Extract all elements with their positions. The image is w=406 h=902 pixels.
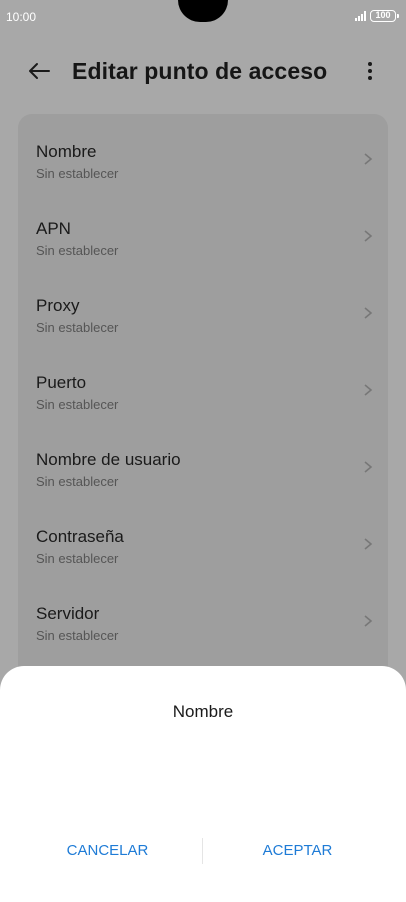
status-icons: 100 xyxy=(355,9,399,23)
dialog-title: Nombre xyxy=(172,702,234,721)
list-item-apn[interactable]: APN Sin establecer xyxy=(18,191,388,258)
chevron-right-icon xyxy=(364,307,373,319)
item-subtitle: Sin establecer xyxy=(36,474,119,489)
back-button[interactable] xyxy=(22,56,56,86)
item-subtitle: Sin establecer xyxy=(36,397,119,412)
item-title: Puerto xyxy=(36,373,87,392)
more-vertical-icon xyxy=(368,62,372,80)
battery-icon: 100 xyxy=(370,10,399,22)
item-title: Servidor xyxy=(36,604,100,623)
item-title: APN xyxy=(36,219,71,238)
screen: 10:00 100 Editar punto de acceso Nombre xyxy=(0,0,406,902)
item-subtitle: Sin establecer xyxy=(36,243,119,258)
item-title: Nombre de usuario xyxy=(36,450,181,469)
chevron-right-icon xyxy=(364,153,373,165)
list-item-nombre[interactable]: Nombre Sin establecer xyxy=(18,114,388,181)
settings-card: Nombre Sin establecer APN Sin establecer… xyxy=(18,114,388,714)
edit-dialog: Nombre CANCELAR ACEPTAR xyxy=(0,666,406,902)
cancel-button[interactable]: CANCELAR xyxy=(6,836,209,866)
signal-icon xyxy=(355,11,366,21)
item-subtitle: Sin establecer xyxy=(36,166,119,181)
chevron-right-icon xyxy=(364,538,373,550)
list-item-servidor[interactable]: Servidor Sin establecer xyxy=(18,576,388,643)
app-bar: Editar punto de acceso xyxy=(0,44,406,100)
chevron-right-icon xyxy=(364,461,373,473)
chevron-right-icon xyxy=(364,384,373,396)
dialog-buttons: CANCELAR ACEPTAR xyxy=(0,836,406,866)
item-subtitle: Sin establecer xyxy=(36,628,119,643)
chevron-right-icon xyxy=(364,230,373,242)
item-title: Proxy xyxy=(36,296,80,315)
status-time: 10:00 xyxy=(6,10,37,24)
item-subtitle: Sin establecer xyxy=(36,320,119,335)
arrow-left-icon xyxy=(29,63,50,79)
camera-notch xyxy=(178,0,228,22)
accept-button[interactable]: ACEPTAR xyxy=(196,836,399,866)
page-title: Editar punto de acceso xyxy=(72,58,328,84)
item-title: Nombre xyxy=(36,142,97,161)
chevron-right-icon xyxy=(364,615,373,627)
list-item-puerto[interactable]: Puerto Sin establecer xyxy=(18,345,388,412)
item-title: Contraseña xyxy=(36,527,124,546)
list-item-proxy[interactable]: Proxy Sin establecer xyxy=(18,268,388,335)
status-bar: 10:00 100 xyxy=(0,0,406,34)
list-item-contrasena[interactable]: Contraseña Sin establecer xyxy=(18,499,388,566)
item-subtitle: Sin establecer xyxy=(36,551,119,566)
list-item-nombre-usuario[interactable]: Nombre de usuario Sin establecer xyxy=(18,422,388,489)
more-options-button[interactable] xyxy=(360,56,380,86)
